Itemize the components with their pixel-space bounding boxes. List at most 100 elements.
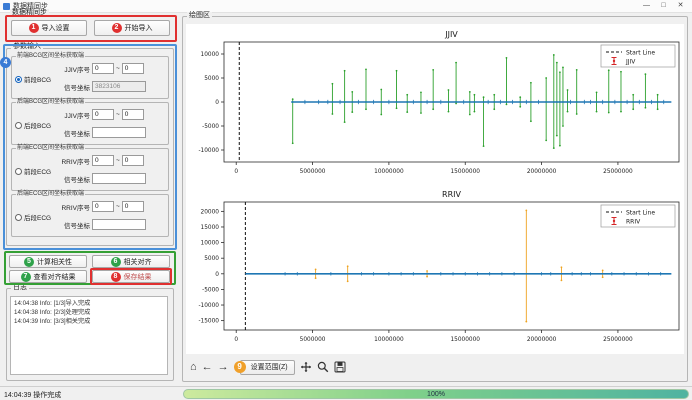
radio-label: 后段BCG [24, 120, 51, 130]
save-result-label: 保存结果 [124, 272, 152, 282]
svg-text:Start Line: Start Line [626, 210, 655, 217]
coord-input[interactable] [92, 173, 146, 184]
svg-text:20000: 20000 [201, 209, 220, 215]
svg-text:-10000: -10000 [198, 303, 219, 309]
save-icon[interactable] [334, 361, 346, 373]
serial-from-input[interactable] [92, 63, 114, 74]
svg-text:25000000: 25000000 [603, 169, 633, 175]
view-align-result-button[interactable]: 7 查看对齐结果 [9, 270, 87, 283]
subgroup-back-bcg: 后端BCG区间坐标获取端 后段BCG JJIV序号 ~ 信号坐标 [11, 102, 169, 145]
serial-label: JJIV序号 [58, 110, 90, 120]
coord-label: 信号坐标 [58, 82, 90, 92]
maximize-button[interactable]: □ [655, 0, 672, 12]
radio-label: 前段ECG [24, 166, 51, 176]
rriv-chart[interactable]: RRIV 0 5000000 10000000 15000000 20000000 2500… [186, 188, 684, 354]
svg-text:5000: 5000 [204, 76, 219, 82]
subgroup-back-ecg: 后端ECG区间坐标获取端 后段ECG RRIV序号 ~ 信号坐标 [11, 194, 169, 237]
radio-icon[interactable] [15, 168, 22, 175]
radio-label: 后段ECG [24, 212, 51, 222]
import-settings-button[interactable]: 1 导入设置 [11, 20, 87, 36]
svg-text:10000: 10000 [201, 52, 220, 58]
serial-label: JJIV序号 [58, 64, 90, 74]
svg-text:JJIV: JJIV [625, 59, 636, 66]
svg-text:0: 0 [215, 100, 219, 106]
radio-icon[interactable] [15, 122, 22, 129]
serial-to-input[interactable] [122, 201, 144, 212]
forward-icon[interactable]: → [218, 360, 229, 374]
progress-bar: 100% [183, 389, 689, 399]
coord-input[interactable] [92, 127, 146, 138]
start-import-button[interactable]: 2 开始导入 [94, 20, 170, 36]
radio-back-ecg[interactable]: 后段ECG [15, 212, 51, 222]
subgroup-title: 后端ECG区间坐标获取端 [16, 191, 85, 198]
jjiv-chart[interactable]: JJIV050000001000000015000000200000002500… [186, 24, 684, 186]
svg-text:25000000: 25000000 [603, 337, 633, 343]
coord-input[interactable] [92, 81, 146, 92]
step-8-badge: 8 [111, 272, 121, 282]
params-group-title: 参数输入 [11, 43, 43, 51]
serial-to-input[interactable] [122, 109, 144, 120]
compute-correlation-button[interactable]: 5 计算相关性 [9, 255, 87, 268]
radio-icon[interactable] [15, 76, 22, 83]
zoom-icon[interactable] [317, 361, 329, 373]
svg-text:-15000: -15000 [198, 319, 219, 325]
pan-icon[interactable] [300, 361, 312, 373]
serial-label: RRIV序号 [58, 202, 90, 212]
radio-front-bcg[interactable]: 前段BCG [15, 74, 51, 84]
serial-from-input[interactable] [92, 155, 114, 166]
subgroup-front-ecg: 前端ECG区间坐标获取端 前段ECG RRIV序号 ~ 信号坐标 [11, 148, 169, 191]
svg-text:5000000: 5000000 [300, 337, 326, 343]
set-range-button[interactable]: 设置范围(Z) [240, 360, 295, 375]
plot-toolbar: ⌂ ← → 9 设置范围(Z) [186, 356, 684, 378]
log-group-title: 日志 [11, 284, 29, 292]
radio-icon[interactable] [15, 214, 22, 221]
coord-input[interactable] [92, 219, 146, 230]
subgroup-title: 后端BCG区间坐标获取端 [16, 99, 85, 106]
serial-from-input[interactable] [92, 109, 114, 120]
log-list[interactable]: 14:04:38 Info: [1/3]导入完成 14:04:38 Info: … [10, 296, 168, 375]
svg-text:10000000: 10000000 [374, 169, 404, 175]
svg-text:-10000: -10000 [198, 148, 219, 154]
svg-text:Start Line: Start Line [626, 50, 655, 57]
subgroup-front-bcg: 前端BCG区间坐标获取端 前段BCG JJIV序号 ~ 信号坐标 [11, 56, 169, 99]
radio-back-bcg[interactable]: 后段BCG [15, 120, 51, 130]
close-button[interactable]: ✕ [672, 0, 689, 12]
app-icon [3, 3, 10, 10]
figure-canvas: JJIV 0 5000000 10000000 15000000 20000000 2500… [186, 24, 684, 354]
svg-text:5000: 5000 [204, 256, 219, 262]
back-icon[interactable]: ← [202, 360, 213, 374]
serial-label: RRIV序号 [58, 156, 90, 166]
svg-text:0: 0 [234, 337, 238, 343]
tilde-label: ~ [116, 111, 120, 118]
subgroup-title: 前端BCG区间坐标获取端 [16, 53, 85, 60]
radio-label: 前段BCG [24, 74, 51, 84]
svg-text:20000000: 20000000 [527, 169, 557, 175]
minimize-button[interactable]: — [638, 0, 655, 12]
coord-label: 信号坐标 [58, 174, 90, 184]
serial-to-input[interactable] [122, 63, 144, 74]
svg-text:10000: 10000 [201, 241, 220, 247]
correlation-align-label: 相关对齐 [124, 257, 152, 267]
save-result-button[interactable]: 8 保存结果 [92, 270, 170, 283]
radio-front-ecg[interactable]: 前段ECG [15, 166, 51, 176]
svg-text:RRIV: RRIV [442, 190, 461, 199]
correlation-align-button[interactable]: 6 相关对齐 [92, 255, 170, 268]
app-window: 数据精同步 — □ ✕ 数据精同步 1 导入设置 2 开始导入 参数输入 4 前… [0, 0, 692, 400]
svg-text:15000000: 15000000 [450, 337, 480, 343]
serial-to-input[interactable] [122, 155, 144, 166]
serial-from-input[interactable] [92, 201, 114, 212]
home-icon[interactable]: ⌂ [190, 360, 197, 374]
tilde-label: ~ [116, 203, 120, 210]
svg-text:10000000: 10000000 [374, 337, 404, 343]
tilde-label: ~ [116, 65, 120, 72]
step-6-badge: 6 [111, 257, 121, 267]
plot-panel-title: 绘图区 [187, 12, 212, 20]
svg-text:20000000: 20000000 [527, 337, 557, 343]
status-bar: 14:04:39 操作完成 100% [0, 386, 692, 400]
svg-text:15000000: 15000000 [450, 169, 480, 175]
subgroup-title: 前端ECG区间坐标获取端 [16, 145, 85, 152]
step-2-badge: 2 [112, 23, 122, 33]
step-1-badge: 1 [29, 23, 39, 33]
step-7-badge: 7 [21, 272, 31, 282]
step-5-badge: 5 [24, 257, 34, 267]
